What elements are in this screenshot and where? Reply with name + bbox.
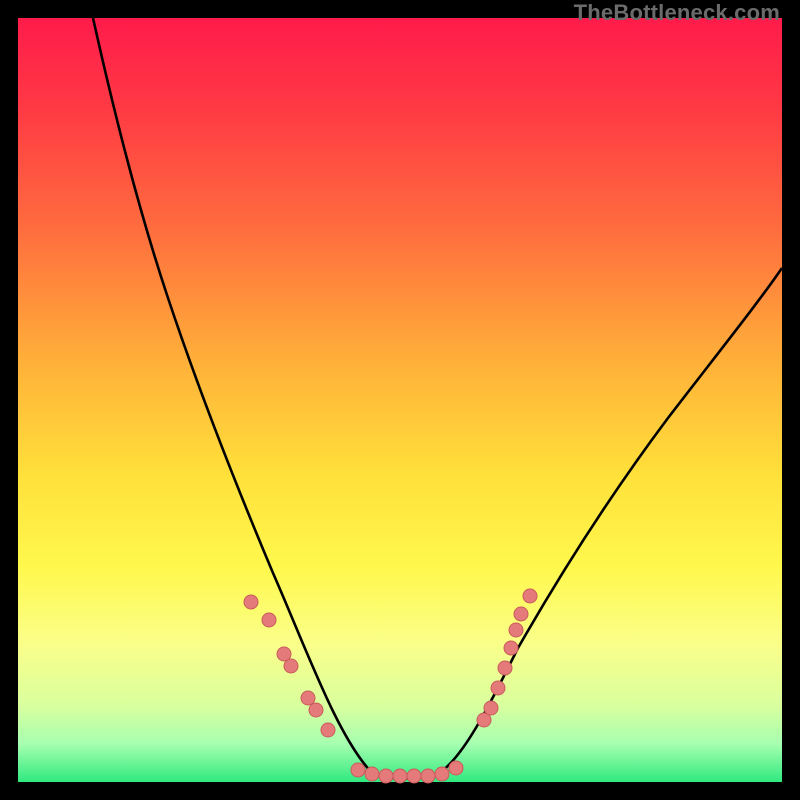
- left-marker-cluster: [244, 595, 335, 737]
- chart-stage: TheBottleneck.com: [0, 0, 800, 800]
- watermark-text: TheBottleneck.com: [574, 0, 780, 26]
- plot-area: [18, 18, 782, 782]
- curve-svg: [18, 18, 782, 782]
- right-marker-cluster: [477, 589, 537, 727]
- bottleneck-curve: [93, 18, 782, 779]
